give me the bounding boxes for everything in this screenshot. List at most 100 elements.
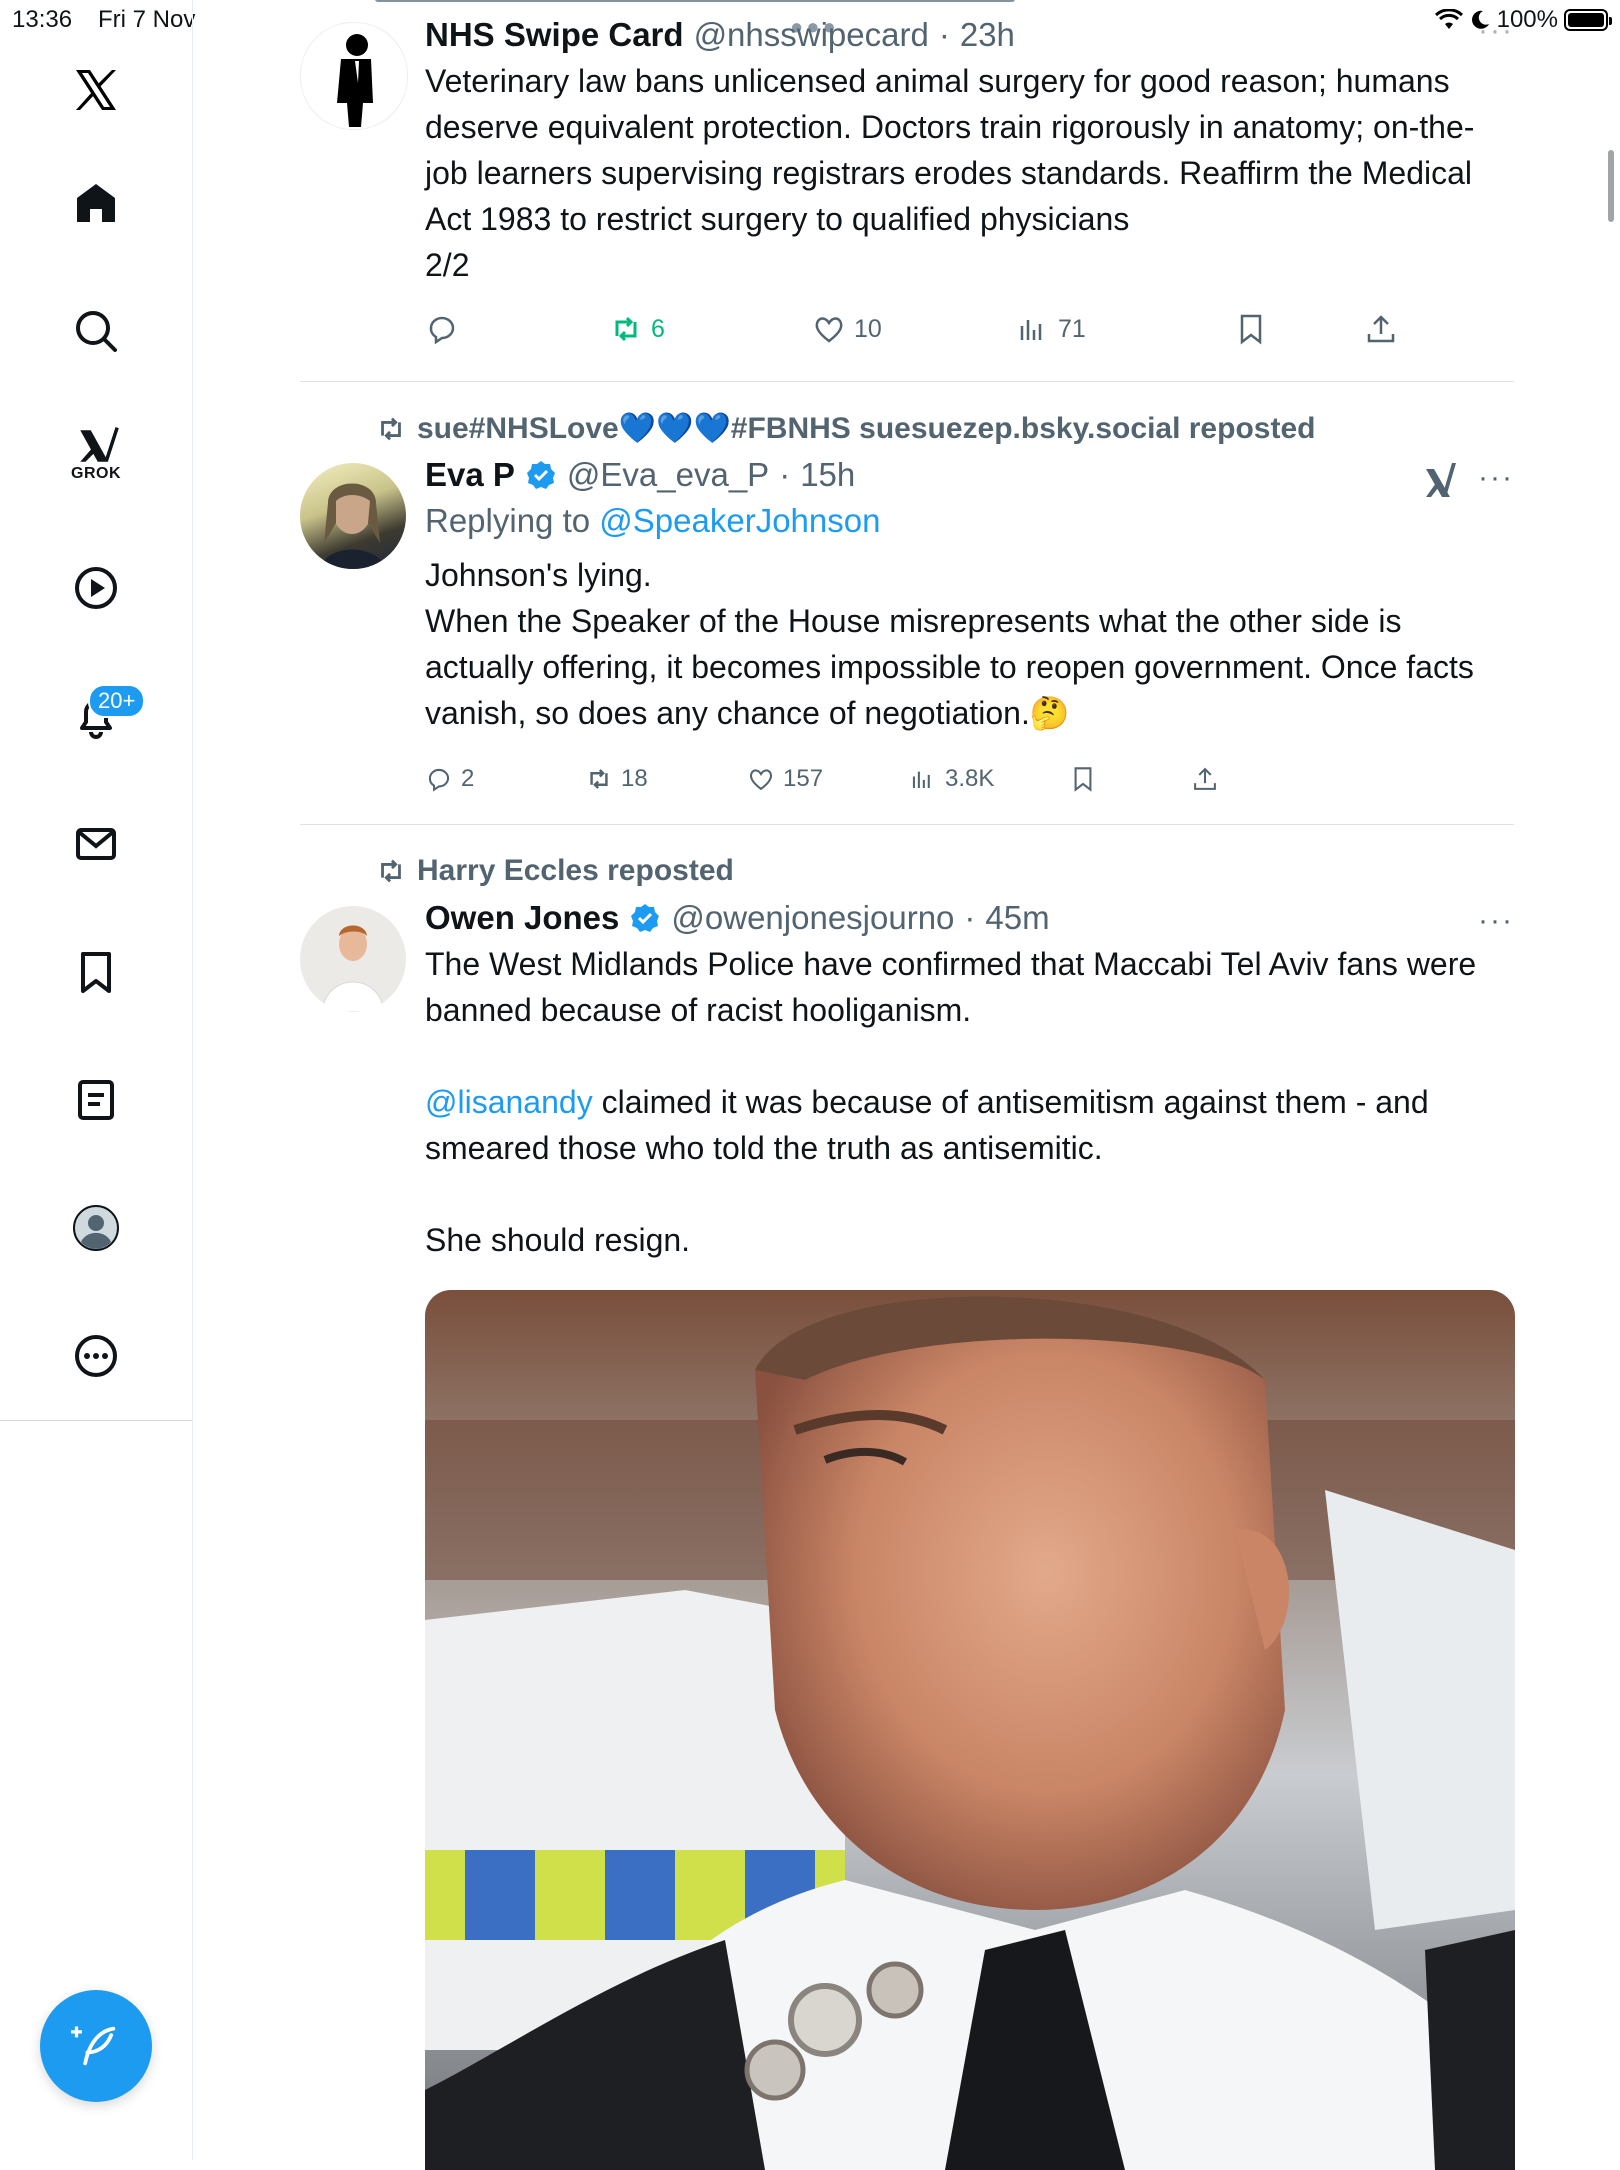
repost-icon (381, 859, 401, 883)
tweet-header: NHS Swipe Card @nhsswipecard · 23h (425, 16, 1515, 54)
replying-to-prefix: Replying to (425, 502, 591, 539)
x-logo-button[interactable] (56, 50, 136, 130)
grok-icon (80, 427, 119, 462)
author-handle[interactable]: @owenjonesjourno (671, 899, 954, 937)
reply-button[interactable]: 2 (425, 765, 585, 793)
sidebar-item-profile[interactable] (56, 1188, 136, 1268)
tweet-actions: 2 18 157 3.8K (425, 765, 1219, 793)
author-handle[interactable]: @nhsswipecard (694, 16, 929, 54)
reply-icon (429, 316, 455, 345)
photo-avatar-icon (320, 483, 386, 569)
verified-badge-icon (526, 461, 555, 489)
previous-repost-line-clipped (375, 0, 1075, 4)
tweet-divider (300, 824, 1514, 825)
lists-icon (78, 1080, 114, 1120)
scrollbar[interactable] (1608, 150, 1614, 222)
compose-icon (71, 2026, 116, 2066)
tweet-header: Owen Jones @owenjonesjourno · 45m (425, 899, 1515, 937)
sidebar-item-lists[interactable] (56, 1060, 136, 1140)
sidebar-item-explore[interactable] (56, 291, 136, 371)
bookmarks-icon (81, 952, 111, 993)
verified-badge-icon (631, 904, 660, 932)
tweet-text-paragraph-3: She should resign. (425, 1222, 691, 1258)
bookmark-button[interactable] (1234, 312, 1364, 346)
compose-button[interactable] (40, 1990, 152, 2102)
repost-context[interactable]: sue#NHSLove💙💙💙#FBNHS suesuezep.bsky.soci… (375, 411, 1315, 446)
tweet-media-photo[interactable] (425, 1290, 1515, 2170)
share-icon (1367, 315, 1395, 343)
home-icon (77, 184, 115, 222)
repost-count: 18 (621, 765, 648, 792)
reply-button[interactable] (425, 312, 609, 346)
more-options-icon[interactable]: ··· (1478, 461, 1514, 495)
separator-dot: · (779, 456, 791, 493)
sidebar-item-messages[interactable] (56, 804, 136, 884)
avatar[interactable] (300, 22, 408, 130)
tweet-actions: 6 10 71 (425, 312, 1398, 346)
grok-label: GROK (71, 465, 121, 482)
repost-button[interactable]: 18 (585, 765, 747, 793)
tweet-header: Eva P @Eva_eva_P · 15h (425, 456, 1515, 494)
author-name[interactable]: Owen Jones (425, 899, 619, 937)
more-options-icon[interactable]: ··· (1478, 14, 1514, 48)
battery-icon (1564, 9, 1612, 31)
grok-explain-icon[interactable] (1422, 461, 1458, 501)
bookmark-button[interactable] (1069, 765, 1191, 793)
sidebar-divider (0, 1420, 192, 1421)
views-button[interactable]: 3.8K (909, 765, 1069, 793)
video-icon (75, 567, 117, 609)
like-button[interactable]: 10 (812, 312, 1016, 346)
reply-count: 2 (461, 765, 475, 792)
sidebar-item-bookmarks[interactable] (56, 932, 136, 1012)
tweet-time[interactable]: 23h (960, 16, 1015, 54)
tweet-text-paragraph-1: The West Midlands Police have confirmed … (425, 946, 1486, 1028)
sidebar-item-video[interactable] (56, 548, 136, 628)
notifications-badge: 20+ (88, 684, 146, 718)
author-name[interactable]: NHS Swipe Card (425, 16, 684, 54)
like-count: 10 (854, 314, 882, 343)
tweet-time[interactable]: 15h (800, 456, 855, 494)
tweet-time[interactable]: 45m (985, 899, 1049, 937)
battery-fill (1568, 13, 1604, 27)
views-button[interactable]: 71 (1016, 312, 1234, 346)
bookmark-icon (1074, 767, 1092, 792)
profile-icon (73, 1205, 119, 1251)
avatar[interactable] (300, 906, 406, 1012)
sidebar-item-home[interactable] (56, 163, 136, 243)
heart-icon (749, 769, 773, 791)
tweet-text: Veterinary law bans unlicensed animal su… (425, 63, 1475, 283)
repost-button[interactable]: 6 (609, 312, 812, 346)
author-name[interactable]: Eva P (425, 456, 515, 494)
separator-dot: · (938, 16, 950, 53)
author-handle[interactable]: @Eva_eva_P (567, 456, 769, 494)
sidebar: GROK 20+ (0, 0, 193, 2160)
like-button[interactable]: 157 (747, 765, 909, 793)
repost-count: 6 (651, 314, 665, 343)
repost-context[interactable]: Harry Eccles reposted (375, 854, 734, 888)
tweet-text: Johnson's lying. When the Speaker of the… (425, 557, 1474, 731)
more-icon (75, 1335, 117, 1377)
reposted-by: sue#NHSLove💙💙💙#FBNHS suesuezep.bsky.soci… (417, 412, 1316, 445)
repost-icon (381, 417, 401, 440)
share-button[interactable] (1191, 765, 1219, 793)
views-icon (1020, 320, 1042, 340)
repost-icon (590, 769, 608, 789)
sidebar-item-grok[interactable]: GROK (56, 414, 136, 494)
replying-to-line: Replying to @SpeakerJohnson (425, 502, 1515, 540)
views-icon (912, 771, 930, 789)
avatar[interactable] (300, 463, 406, 569)
share-button[interactable] (1364, 312, 1398, 346)
photo-avatar-icon (321, 925, 385, 1012)
bookmark-icon (1240, 314, 1262, 345)
silhouette-avatar-icon (337, 34, 373, 127)
separator-dot: · (964, 899, 976, 936)
x-logo-icon (76, 70, 116, 110)
sidebar-item-more[interactable] (56, 1316, 136, 1396)
mention-link[interactable]: @lisanandy (425, 1084, 593, 1120)
views-count: 3.8K (945, 765, 995, 792)
repost-icon (615, 316, 637, 342)
more-options-icon[interactable]: ··· (1478, 904, 1514, 938)
reposted-by: Harry Eccles reposted (417, 854, 734, 887)
police-officer-photo (425, 1290, 1515, 2170)
replying-to-link[interactable]: @SpeakerJohnson (599, 502, 880, 539)
